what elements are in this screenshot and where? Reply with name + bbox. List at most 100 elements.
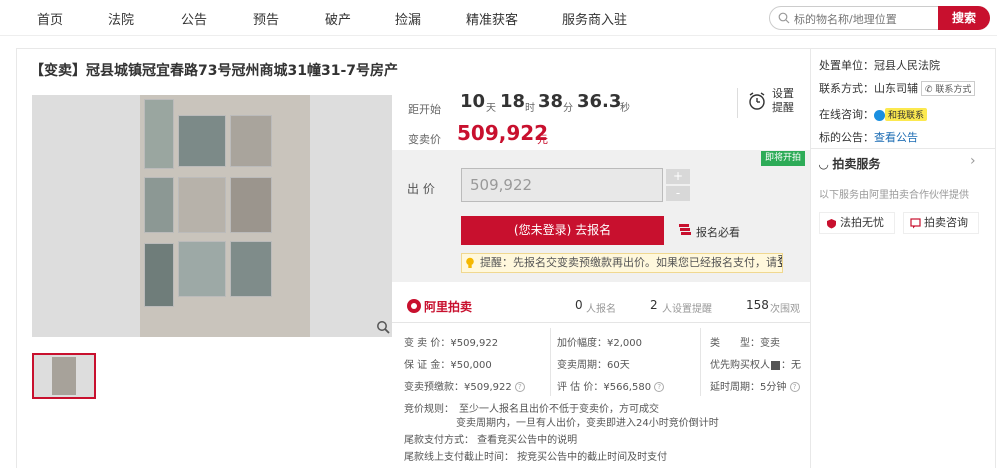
divider <box>392 322 810 323</box>
alarm-clock-icon[interactable] <box>747 91 767 111</box>
svc1-label: 法拍无忧 <box>840 216 884 229</box>
contact-label: 联系方式： <box>819 82 874 95</box>
thumbnail-image <box>52 357 76 395</box>
nav-provider[interactable]: 服务商入驻 <box>562 9 627 28</box>
contact-button[interactable]: ✆ 联系方式 <box>921 81 976 96</box>
nav-bargain[interactable]: 捡漏 <box>395 9 421 28</box>
bid-rule-line1: 竞价规则： 至少一人报名且出价不低于变卖价，方可成交 <box>404 404 659 415</box>
countdown-seconds-unit: 秒 <box>620 103 630 114</box>
search-icon <box>778 12 790 24</box>
info-type: 类 型：变卖 <box>710 334 780 349</box>
consult-label: 在线咨询： <box>819 108 874 121</box>
countdown-label: 距开始 <box>408 103 441 116</box>
countdown-hours-unit: 时 <box>525 103 535 114</box>
auction-service-title[interactable]: ◡ 拍卖服务 <box>819 155 880 172</box>
nav-bankruptcy[interactable]: 破产 <box>325 9 351 28</box>
nav-court[interactable]: 法院 <box>108 9 134 28</box>
zoom-icon[interactable] <box>376 320 390 334</box>
contact-info: 联系方式：山东司辅 ✆ 联系方式 <box>819 80 976 96</box>
bid-rule-line2: 变卖周期内，一旦有人出价，变卖即进入24小时竞价倒计时 <box>456 418 719 429</box>
svc2-label: 拍卖咨询 <box>924 216 968 229</box>
info-prepay: 变卖预缴款：¥509,922 ? <box>404 378 525 393</box>
auction-consult-button[interactable]: 拍卖咨询 <box>903 212 979 234</box>
main-photo[interactable] <box>32 95 392 337</box>
nav-announcement[interactable]: 公告 <box>181 9 207 28</box>
photo-tile <box>178 115 226 167</box>
price-value: 509,922 <box>457 121 549 145</box>
bid-label: 出 价 <box>407 182 435 196</box>
legal-auction-worry-free-button[interactable]: 法拍无忧 <box>819 212 895 234</box>
photo-tile <box>230 177 272 233</box>
photo-tile <box>178 241 226 297</box>
login-link[interactable]: 登录 <box>777 255 782 270</box>
contact-tag-label: 联系方式 <box>935 85 972 95</box>
decrease-bid-button[interactable]: - <box>666 186 690 201</box>
item-title: 【变卖】冠县城镇冠宜春路73号冠州商城31幢31-7号房产 <box>30 63 398 79</box>
reminder-label: 人设置提醒 <box>662 304 712 315</box>
info-delay: 延时周期：5分钟 ? <box>710 378 800 393</box>
chat-bubble-icon <box>910 218 921 229</box>
info-prepay-text: 变卖预缴款：¥509,922 <box>404 382 512 393</box>
info-type-label: 类 型： <box>710 338 760 349</box>
document-stack-icon <box>679 224 691 235</box>
countdown-seconds: 36.3 <box>577 91 622 112</box>
nav-precision[interactable]: 精准获客 <box>466 9 518 28</box>
photo-thumbnail[interactable] <box>32 353 96 399</box>
ali-auction-brand: 阿里拍卖 <box>424 300 473 314</box>
countdown-minutes: 38 <box>538 91 564 112</box>
reminder-count: 2 <box>650 298 658 312</box>
help-icon[interactable]: ? <box>514 382 525 392</box>
service-title-label: 拍卖服务 <box>832 157 881 171</box>
photo-tile <box>144 99 174 169</box>
court-info: 处置单位：冠县人民法院 <box>819 57 940 73</box>
info-appraisal-text: 评 估 价：¥566,580 <box>557 382 652 393</box>
registered-count: 0 <box>575 298 583 312</box>
help-icon[interactable]: ? <box>789 382 800 392</box>
bid-amount-input[interactable]: 509,922 <box>461 168 663 202</box>
countdown-days: 10 <box>460 91 486 112</box>
info-increment: 加价幅度：¥2,000 <box>557 338 642 349</box>
phone-icon: ✆ <box>925 85 933 95</box>
search-input[interactable] <box>794 11 944 27</box>
shield-icon <box>827 219 836 229</box>
search-button[interactable]: 搜索 <box>938 6 990 30</box>
tip-text: 提醒：先报名交变卖预缴款再出价。如果您已经报名支付，请 <box>480 256 777 269</box>
photo-tile <box>144 243 174 307</box>
price-label: 变卖价 <box>408 133 441 146</box>
increase-bid-button[interactable]: + <box>666 169 690 184</box>
nav-home[interactable]: 首页 <box>37 9 63 28</box>
must-read-link[interactable]: 报名必看 <box>696 224 740 240</box>
service-description: 以下服务由阿里拍卖合作伙伴提供 <box>819 190 969 201</box>
nav-preview[interactable]: 预告 <box>253 9 279 28</box>
info-priority: 优先购买权人 ：无 <box>710 356 801 371</box>
register-button[interactable]: (您未登录) 去报名 <box>461 216 664 245</box>
contact-me-button[interactable]: 和我联系 <box>885 108 928 121</box>
countdown-hours: 18 <box>500 91 526 112</box>
photo-tile <box>178 177 226 233</box>
notice-label: 标的公告： <box>819 131 874 144</box>
status-badge: 即将开拍 <box>761 151 805 166</box>
court-label: 处置单位： <box>819 59 874 72</box>
chevron-right-icon[interactable]: › <box>970 153 976 169</box>
price-unit: 元 <box>537 133 548 146</box>
help-icon[interactable]: ? <box>654 382 665 392</box>
set-reminder-button[interactable]: 设置提醒 <box>772 87 794 115</box>
contact-name: 山东司辅 <box>874 82 918 95</box>
divider <box>737 88 738 118</box>
views-label: 次围观 <box>770 304 800 315</box>
registered-label: 人报名 <box>586 304 616 315</box>
lightbulb-icon <box>466 257 474 268</box>
tail-payment-method: 尾款支付方式： 查看竞买公告中的说明 <box>404 435 578 446</box>
view-notice-link[interactable]: 查看公告 <box>874 131 918 144</box>
photo-tile <box>230 115 272 167</box>
info-appraisal: 评 估 价：¥566,580 ? <box>557 378 665 393</box>
photo-tile <box>144 177 174 233</box>
notice-info: 标的公告：查看公告 <box>819 129 918 145</box>
online-consult: 在线咨询： 和我联系 <box>819 106 928 122</box>
info-delay-text: 延时周期：5分钟 <box>710 382 787 393</box>
court-name: 冠县人民法院 <box>874 59 940 72</box>
info-period: 变卖周期：60天 <box>557 360 630 371</box>
chat-icon <box>874 109 885 121</box>
reminder-tip: 提醒：先报名交变卖预缴款再出价。如果您已经报名支付，请登录 <box>461 253 783 273</box>
photo-tile <box>230 241 272 297</box>
